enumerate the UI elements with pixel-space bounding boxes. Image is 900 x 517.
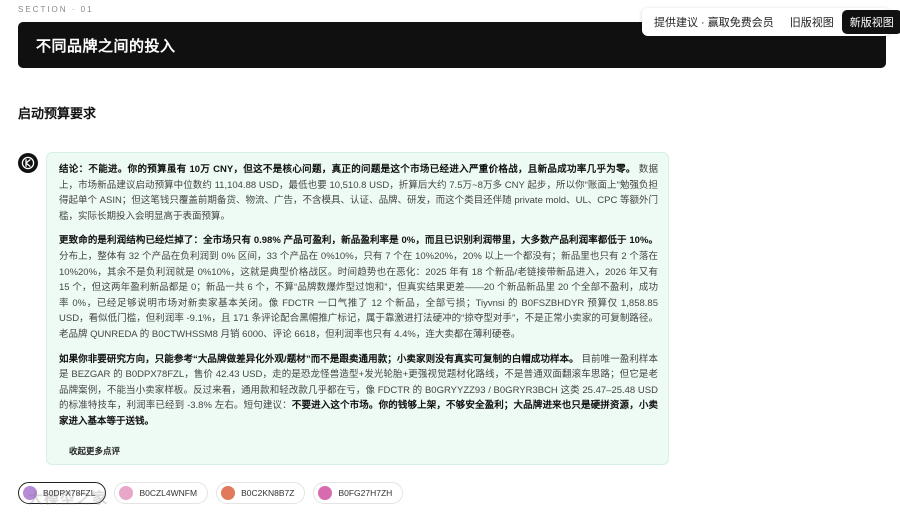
page-title: 不同品牌之间的投入 — [36, 37, 176, 55]
analysis-card: 结论：不能进。你的预算虽有 10万 CNY，但这不是核心问题，真正的问题是这个市… — [46, 152, 669, 465]
chip-label: B0CZL4WNFM — [139, 488, 198, 498]
collapse-reviews-link[interactable]: 收起更多点评 — [69, 445, 120, 457]
chip-label: B0FG27H7ZH — [338, 488, 393, 498]
paragraph-direction: 如果你非要研究方向，只能参考“大品牌做差异化外观/题材”而不是跟卖通用款；小卖家… — [59, 352, 658, 430]
product-thumbnail-icon — [318, 486, 333, 500]
assistant-avatar — [18, 153, 38, 173]
chip-label: B0C2KN8B7Z — [241, 488, 295, 498]
profit-text: 分布上，整体有 32 个产品在负利润到 0% 区间，33 个产品在 0%10%，… — [59, 250, 658, 340]
product-chip[interactable]: B0FG27H7ZH — [313, 482, 404, 504]
brand-logo-icon — [21, 156, 35, 170]
view-controls: 提供建议 · 赢取免费会员 旧版视图 新版视图 — [642, 8, 900, 36]
page: SECTION · 01 不同品牌之间的投入 提供建议 · 赢取免费会员 旧版视… — [0, 0, 900, 517]
section-label: SECTION · 01 — [18, 5, 94, 14]
profit-bold: 更致命的是利润结构已经烂掉了：全市场只有 0.98% 产品可盈利，新品盈利率是 … — [59, 235, 658, 247]
conclusion-bold: 结论：不能进。你的预算虽有 10万 CNY，但这不是核心问题，真正的问题是这个市… — [59, 164, 636, 175]
paragraph-conclusion: 结论：不能进。你的预算虽有 10万 CNY，但这不是核心问题，真正的问题是这个市… — [59, 162, 658, 224]
direction-bold: 如果你非要研究方向，只能参考“大品牌做差异化外观/题材”而不是跟卖通用款；小卖家… — [59, 353, 579, 365]
product-thumbnail-icon — [119, 486, 134, 500]
subheading: 启动预算要求 — [18, 106, 97, 121]
product-thumbnail-icon — [221, 486, 236, 500]
paragraph-profit: 更致命的是利润结构已经烂掉了：全市场只有 0.98% 产品可盈利，新品盈利率是 … — [59, 233, 658, 342]
watermark: 大模型之家 — [28, 490, 109, 507]
new-view-button[interactable]: 新版视图 — [841, 10, 900, 34]
product-chip[interactable]: B0CZL4WNFM — [114, 482, 209, 504]
feedback-button[interactable]: 提供建议 · 赢取免费会员 — [646, 10, 782, 34]
product-chip[interactable]: B0C2KN8B7Z — [216, 482, 306, 504]
old-view-button[interactable]: 旧版视图 — [782, 10, 842, 34]
